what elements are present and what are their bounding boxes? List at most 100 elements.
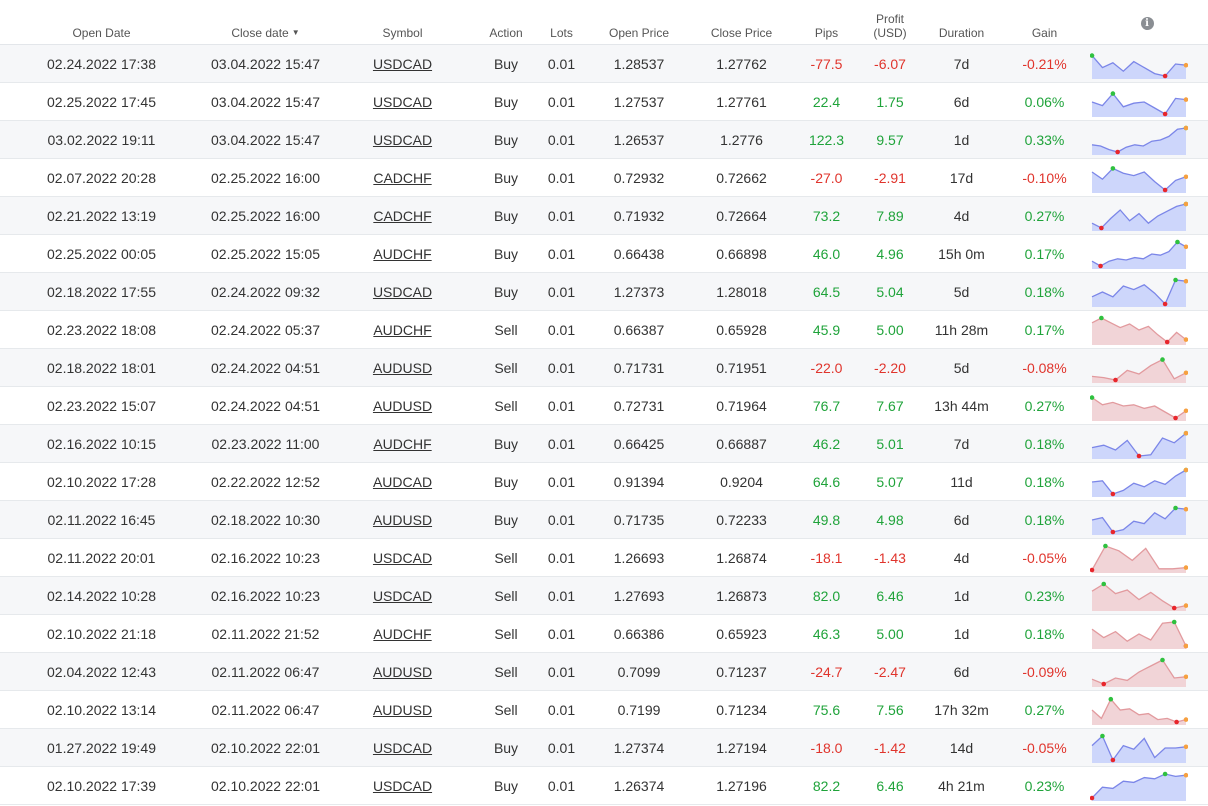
sparkline-min-marker: [1098, 263, 1103, 268]
gain-cell: -0.10%: [1003, 158, 1086, 197]
info-icon[interactable]: i: [1140, 16, 1154, 30]
table-row: 01.27.2022 19:49 02.10.2022 22:01 USDCAD Bu…: [0, 728, 1208, 767]
header-pips[interactable]: Pips: [793, 0, 860, 45]
duration-cell: 4h 21m: [920, 766, 1003, 805]
lots-cell: 0.01: [535, 44, 588, 83]
symbol-cell: AUDUSD: [328, 348, 477, 387]
open-date-cell: 02.10.2022 17:39: [0, 766, 203, 805]
open-date-cell: 02.11.2022 16:45: [0, 500, 203, 539]
symbol-link[interactable]: AUDCAD: [373, 474, 432, 490]
symbol-link[interactable]: USDCAD: [373, 740, 432, 756]
symbol-link[interactable]: AUDCHF: [373, 626, 431, 642]
close-date-cell: 02.25.2022 15:05: [203, 234, 328, 273]
close-date-cell: 03.04.2022 15:47: [203, 82, 328, 121]
sparkline-cell: [1086, 272, 1208, 311]
header-action[interactable]: Action: [477, 0, 535, 45]
sparkline-max-marker: [1100, 733, 1105, 738]
sparkline-area: [1092, 397, 1186, 421]
lots-cell: 0.01: [535, 728, 588, 767]
pips-cell: 46.2: [793, 424, 860, 463]
action-cell: Sell: [477, 538, 535, 577]
symbol-link[interactable]: AUDUSD: [373, 512, 432, 528]
symbol-link[interactable]: USDCAD: [373, 778, 432, 794]
open-price-cell: 0.66386: [588, 614, 690, 653]
header-close-price[interactable]: Close Price: [690, 0, 793, 45]
symbol-link[interactable]: AUDCHF: [373, 246, 431, 262]
symbol-link[interactable]: CADCHF: [373, 170, 431, 186]
header-profit[interactable]: Profit (USD): [860, 0, 920, 45]
gain-cell: -0.05%: [1003, 538, 1086, 577]
sparkline-max-marker: [1173, 505, 1178, 510]
symbol-link[interactable]: AUDCHF: [373, 436, 431, 452]
table-row: 02.18.2022 17:55 02.24.2022 09:32 USDCAD Bu…: [0, 272, 1208, 311]
header-lots[interactable]: Lots: [535, 0, 588, 45]
profit-cell: -2.91: [860, 158, 920, 197]
sparkline-min-marker: [1113, 377, 1118, 382]
close-date-cell: 02.25.2022 16:00: [203, 158, 328, 197]
symbol-link[interactable]: USDCAD: [373, 588, 432, 604]
symbol-link[interactable]: USDCAD: [373, 56, 432, 72]
close-date-cell: 02.24.2022 04:51: [203, 348, 328, 387]
action-cell: Buy: [477, 424, 535, 463]
lots-cell: 0.01: [535, 348, 588, 387]
symbol-link[interactable]: USDCAD: [373, 132, 432, 148]
header-open-date[interactable]: Open Date: [0, 0, 203, 45]
header-symbol[interactable]: Symbol: [328, 0, 477, 45]
sparkline-min-marker: [1162, 187, 1168, 192]
table-row: 02.10.2022 13:14 02.11.2022 06:47 AUDUSD Se…: [0, 690, 1208, 729]
symbol-link[interactable]: AUDUSD: [373, 664, 432, 680]
open-date-cell: 02.23.2022 15:07: [0, 386, 203, 425]
symbol-link[interactable]: USDCAD: [373, 550, 432, 566]
symbol-cell: USDCAD: [328, 120, 477, 159]
sparkline-cell: [1086, 120, 1208, 159]
symbol-link[interactable]: AUDUSD: [373, 398, 432, 414]
lots-cell: 0.01: [535, 614, 588, 653]
action-cell: Sell: [477, 386, 535, 425]
symbol-cell: USDCAD: [328, 766, 477, 805]
symbol-link[interactable]: AUDUSD: [373, 702, 432, 718]
symbol-link[interactable]: USDCAD: [373, 94, 432, 110]
profit-cell: 7.89: [860, 196, 920, 235]
sparkline-cell: [1086, 728, 1208, 767]
duration-cell: 6d: [920, 500, 1003, 539]
lots-cell: 0.01: [535, 158, 588, 197]
duration-cell: 4d: [920, 196, 1003, 235]
close-price-cell: 0.65928: [690, 310, 793, 349]
sparkline-cell: [1086, 538, 1208, 577]
header-duration[interactable]: Duration: [920, 0, 1003, 45]
pips-cell: 46.0: [793, 234, 860, 273]
close-date-cell: 02.11.2022 21:52: [203, 614, 328, 653]
table-header-row: Open Date Close date ▼ Symbol Action Lots…: [0, 0, 1208, 45]
symbol-cell: AUDUSD: [328, 690, 477, 729]
header-close-date[interactable]: Close date ▼: [203, 0, 328, 45]
lots-cell: 0.01: [535, 538, 588, 577]
symbol-link[interactable]: USDCAD: [373, 284, 432, 300]
table-row: 02.25.2022 00:05 02.25.2022 15:05 AUDCHF Bu…: [0, 234, 1208, 273]
sort-desc-icon: ▼: [291, 28, 300, 37]
close-date-cell: 02.10.2022 22:01: [203, 728, 328, 767]
sparkline-area: [1092, 127, 1186, 155]
sparkline-cell: [1086, 614, 1208, 653]
close-price-cell: 0.66898: [690, 234, 793, 273]
action-cell: Buy: [477, 82, 535, 121]
sparkline-area: [1092, 167, 1186, 193]
open-date-cell: 02.14.2022 10:28: [0, 576, 203, 615]
symbol-cell: AUDCAD: [328, 462, 477, 501]
close-date-cell: 03.04.2022 15:47: [203, 44, 328, 83]
sparkline-cell: [1086, 310, 1208, 349]
header-open-price[interactable]: Open Price: [588, 0, 690, 45]
action-cell: Sell: [477, 576, 535, 615]
symbol-link[interactable]: AUDCHF: [373, 322, 431, 338]
symbol-link[interactable]: AUDUSD: [373, 360, 432, 376]
profit-cell: 6.46: [860, 766, 920, 805]
open-date-cell: 02.10.2022 17:28: [0, 462, 203, 501]
duration-cell: 1d: [920, 576, 1003, 615]
sparkline-min-marker: [1110, 529, 1116, 534]
trade-sparkline: [1091, 125, 1188, 155]
header-gain[interactable]: Gain: [1003, 0, 1086, 45]
symbol-link[interactable]: CADCHF: [373, 208, 431, 224]
header-info: i: [1086, 0, 1208, 45]
close-price-cell: 1.2776: [690, 120, 793, 159]
sparkline-cell: [1086, 500, 1208, 539]
lots-cell: 0.01: [535, 272, 588, 311]
